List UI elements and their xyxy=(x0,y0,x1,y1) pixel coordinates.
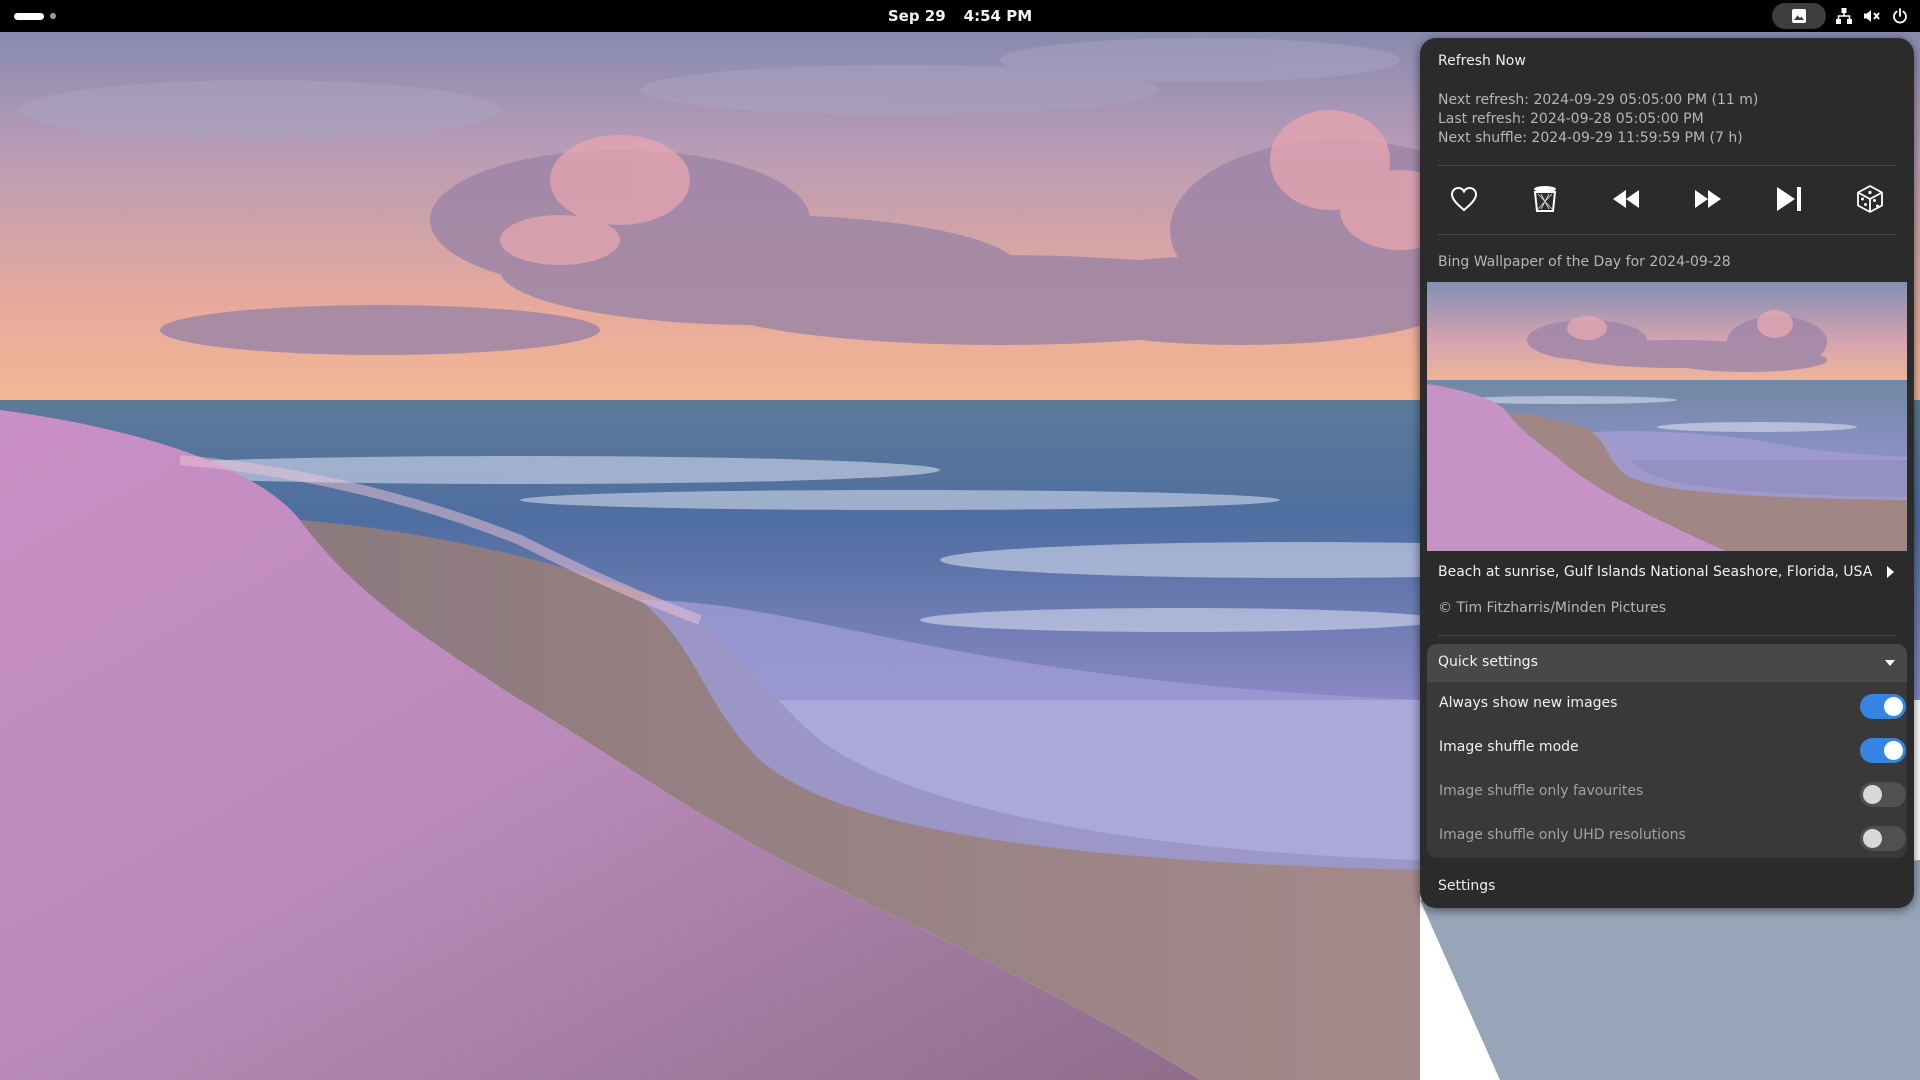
clock-date[interactable]: Sep 29 xyxy=(888,7,946,25)
quick-settings-section: Quick settings Always show new images Im… xyxy=(1427,644,1907,858)
shuffle-only-uhd-row[interactable]: Image shuffle only UHD resolutions xyxy=(1427,814,1907,858)
trash-icon[interactable] xyxy=(1519,176,1571,222)
top-bar: Sep 29 4:54 PM xyxy=(0,0,1920,32)
separator xyxy=(1438,165,1896,166)
clock: Sep 29 4:54 PM xyxy=(0,0,1920,32)
wallpaper-caption[interactable]: Beach at sunrise, Gulf Islands National … xyxy=(1438,564,1872,580)
random-icon[interactable] xyxy=(1844,176,1896,222)
last-refresh-label: Last refresh: 2024-09-28 05:05:00 PM xyxy=(1438,111,1704,127)
favourite-icon[interactable] xyxy=(1438,176,1490,222)
separator xyxy=(1438,635,1896,636)
shuffle-only-favourites-row[interactable]: Image shuffle only favourites xyxy=(1427,770,1907,814)
image-shuffle-mode-toggle[interactable] xyxy=(1860,738,1906,763)
next-shuffle-label: Next shuffle: 2024-09-29 11:59:59 PM (7 … xyxy=(1438,130,1743,146)
bing-wallpaper-indicator-button[interactable] xyxy=(1772,3,1826,29)
shuffle-only-uhd-toggle[interactable] xyxy=(1860,826,1906,851)
image-icon xyxy=(1792,9,1806,23)
toggle-knob xyxy=(1884,697,1903,716)
power-icon[interactable] xyxy=(1890,6,1910,26)
refresh-now-button[interactable]: Refresh Now xyxy=(1438,53,1526,69)
quick-settings-header[interactable]: Quick settings xyxy=(1427,644,1907,682)
current-image-icon[interactable] xyxy=(1763,176,1815,222)
previous-icon[interactable] xyxy=(1600,176,1652,222)
workspace-indicator-active xyxy=(14,12,44,20)
network-icon[interactable] xyxy=(1834,6,1854,26)
volume-muted-icon[interactable] xyxy=(1862,6,1882,26)
workspace-indicator xyxy=(50,13,56,19)
clock-time[interactable]: 4:54 PM xyxy=(964,7,1032,25)
bing-wallpaper-menu: Refresh Now Next refresh: 2024-09-29 05:… xyxy=(1420,38,1914,908)
system-tray xyxy=(1772,3,1910,29)
control-buttons xyxy=(1438,174,1896,224)
quick-settings-label: Quick settings xyxy=(1438,654,1538,670)
toggle-knob xyxy=(1884,741,1903,760)
always-show-new-images-toggle[interactable] xyxy=(1860,694,1906,719)
activities-button[interactable] xyxy=(14,9,56,23)
toggle-knob xyxy=(1863,829,1882,848)
next-icon[interactable] xyxy=(1682,176,1734,222)
expand-arrow-icon[interactable] xyxy=(1884,565,1896,579)
wallpaper-copyright: © Tim Fitzharris/Minden Pictures xyxy=(1438,600,1667,616)
wallpaper-title: Bing Wallpaper of the Day for 2024-09-28 xyxy=(1438,254,1731,270)
settings-button[interactable]: Settings xyxy=(1438,878,1495,894)
setting-label: Image shuffle only favourites xyxy=(1439,783,1644,799)
setting-label: Image shuffle only UHD resolutions xyxy=(1439,827,1686,843)
always-show-new-images-row[interactable]: Always show new images xyxy=(1427,682,1907,726)
setting-label: Image shuffle mode xyxy=(1439,739,1579,755)
separator xyxy=(1438,234,1896,235)
chevron-down-icon xyxy=(1885,660,1895,666)
image-shuffle-mode-row[interactable]: Image shuffle mode xyxy=(1427,726,1907,770)
wallpaper-thumbnail[interactable] xyxy=(1427,282,1907,551)
setting-label: Always show new images xyxy=(1439,695,1618,711)
shuffle-only-favourites-toggle[interactable] xyxy=(1860,782,1906,807)
next-refresh-label: Next refresh: 2024-09-29 05:05:00 PM (11… xyxy=(1438,92,1759,108)
toggle-knob xyxy=(1863,785,1882,804)
